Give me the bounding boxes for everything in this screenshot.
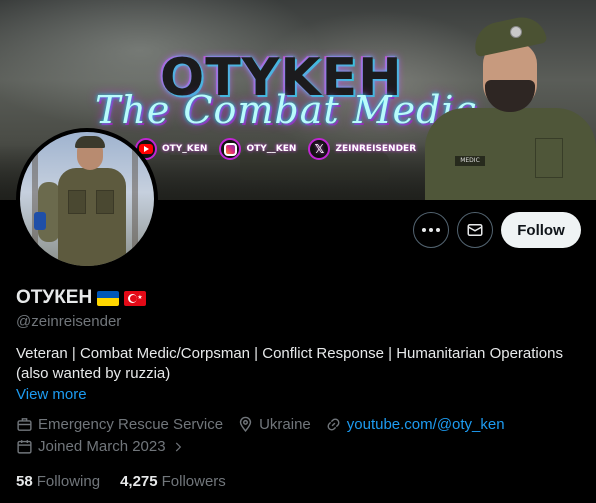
following-count: 58	[16, 473, 33, 490]
banner-soldier-photo: MEDIC	[415, 12, 596, 200]
profile-location: Ukraine	[237, 416, 311, 433]
following-label: Following	[36, 473, 101, 490]
message-button[interactable]	[457, 212, 493, 248]
soldier-pocket	[535, 138, 563, 178]
profile-location-text: Ukraine	[259, 416, 311, 433]
more-button[interactable]	[413, 212, 449, 248]
view-more-link[interactable]: View more	[16, 386, 87, 403]
soldier-name-patch: MEDIC	[455, 156, 485, 166]
avatar-cap	[75, 136, 105, 148]
banner-social-x: 𝕏 ZEINREISENDER	[308, 138, 416, 160]
follow-button[interactable]: Follow	[501, 212, 581, 248]
chevron-right-icon	[175, 442, 181, 451]
calendar-icon	[17, 440, 32, 454]
banner-social-instagram: OTY__KEN	[219, 138, 296, 160]
turkey-flag-icon: ★	[124, 290, 147, 306]
envelope-icon	[467, 224, 483, 236]
banner-social-youtube: OTY_KEN	[135, 138, 207, 160]
banner-socials: OTY_KEN OTY__KEN 𝕏 ZEINREISENDER	[135, 138, 416, 160]
avatar-tree	[132, 132, 138, 266]
soldier-uniform	[425, 108, 596, 200]
profile-joined-text: Joined March 2023	[38, 438, 166, 455]
avatar-pouch	[68, 190, 86, 214]
following-link[interactable]: 58 Following	[16, 473, 100, 490]
profile-name: ОТУКЕН	[16, 287, 93, 308]
avatar-can	[34, 212, 46, 230]
avatar[interactable]	[16, 128, 158, 270]
profile-category: Emergency Rescue Service	[16, 416, 223, 433]
banner-social-label: ZEINREISENDER	[335, 144, 417, 154]
followers-count: 4,275	[120, 473, 158, 490]
profile-stats: 58 Following 4,275 Followers	[16, 473, 226, 490]
profile-bio: Veteran | Combat Medic/Corpsman | Confli…	[16, 345, 563, 382]
followers-label: Followers	[161, 473, 226, 490]
profile-meta-row: Emergency Rescue Service Ukraine youtube…	[16, 416, 505, 433]
profile-joined[interactable]: Joined March 2023	[16, 438, 185, 455]
profile-website-link[interactable]: youtube.com/@oty_ken	[347, 416, 505, 433]
ukraine-flag-icon	[97, 290, 120, 306]
link-icon	[327, 418, 340, 431]
banner-social-label: OTY_KEN	[162, 144, 208, 154]
profile-joined-row: Joined March 2023	[16, 438, 185, 455]
profile-website[interactable]: youtube.com/@oty_ken	[325, 416, 505, 433]
banner-social-label: OTY__KEN	[246, 144, 297, 154]
briefcase-icon	[17, 418, 32, 431]
profile-handle: @zeinreisender	[16, 313, 122, 330]
more-icon	[422, 228, 440, 232]
instagram-icon	[219, 138, 242, 160]
beret-badge-icon	[510, 26, 522, 38]
profile-category-text: Emergency Rescue Service	[38, 416, 224, 433]
avatar-vest	[58, 168, 126, 266]
followers-link[interactable]: 4,275 Followers	[120, 473, 226, 490]
x-icon: 𝕏	[308, 138, 331, 160]
avatar-pouch	[96, 190, 114, 214]
location-pin-icon	[239, 416, 252, 432]
profile-name-row: ОТУКЕН ★	[16, 287, 147, 309]
